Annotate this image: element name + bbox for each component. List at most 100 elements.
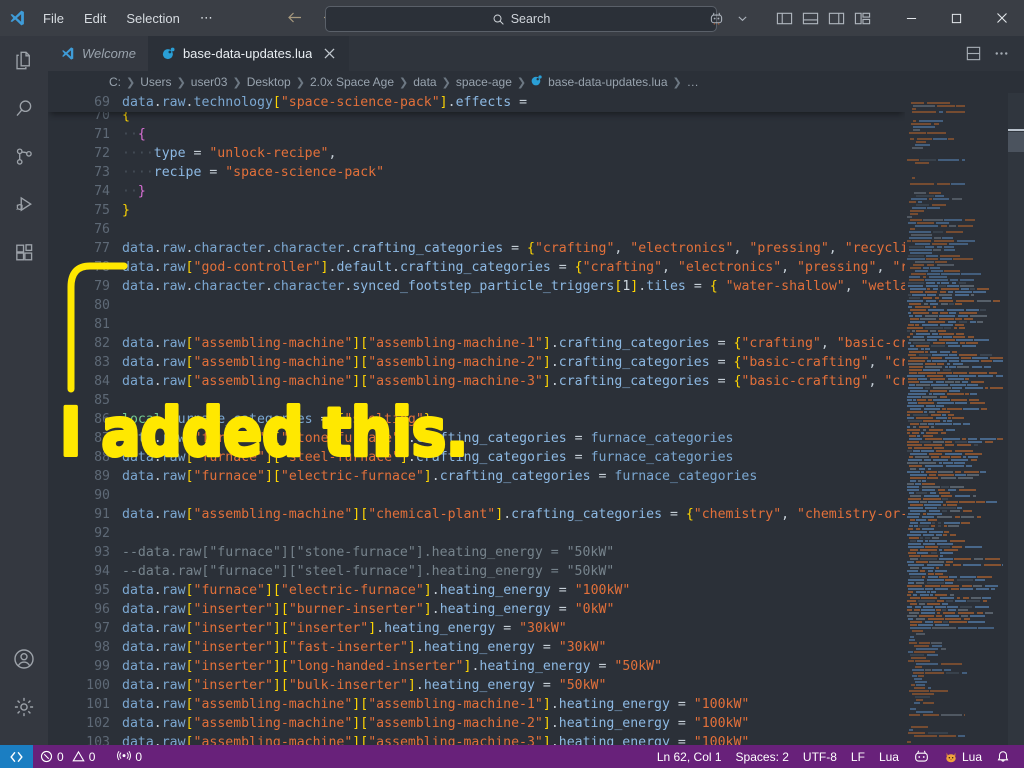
account-icon (14, 649, 34, 669)
code-line-text: ··{ (122, 127, 146, 142)
accounts-button[interactable] (0, 635, 48, 683)
code-line[interactable]: 86 local furnace_categories = {"smelting"… (48, 410, 905, 429)
tab-close-icon[interactable] (323, 47, 336, 60)
breadcrumb-item[interactable]: Users (139, 75, 172, 89)
code-line[interactable]: 97 data.raw["inserter"]["inserter"].heati… (48, 619, 905, 638)
code-line[interactable]: 83 data.raw["assembling-machine"]["assemb… (48, 353, 905, 372)
maximize-icon[interactable] (934, 0, 979, 36)
menu-edit[interactable]: Edit (75, 8, 115, 29)
code-line[interactable]: 81 (48, 315, 905, 334)
code-line[interactable]: 87 data.raw["furnace"]["stone-furnace"].c… (48, 429, 905, 448)
editor-encoding[interactable]: UTF-8 (796, 745, 844, 768)
language-status[interactable]: Lua (937, 745, 989, 768)
sidebar-item-search[interactable] (0, 84, 48, 132)
code-line[interactable]: 76 (48, 220, 905, 239)
manage-settings-button[interactable] (0, 683, 48, 731)
code-line[interactable]: 93 --data.raw["furnace"]["stone-furnace"]… (48, 543, 905, 562)
remote-indicator[interactable] (0, 745, 33, 768)
editor-viewport[interactable]: 70{71 ··{72 ····type = "unlock-recipe", 73 ·… (48, 93, 1024, 745)
sticky-scroll-line[interactable]: 69 data.raw.technology["space-science-pac… (48, 93, 905, 112)
code-line[interactable]: 82 data.raw["assembling-machine"]["assemb… (48, 334, 905, 353)
scrollbar-thumb[interactable] (1008, 132, 1024, 152)
breadcrumb-item[interactable]: user03 (190, 75, 229, 89)
problems-status[interactable]: 0 0 (33, 745, 102, 768)
code-line[interactable]: 99 data.raw["inserter"]["long-handed-inse… (48, 657, 905, 676)
line-number: 75 (94, 203, 110, 218)
sidebar-item-run-and-debug[interactable] (0, 180, 48, 228)
customize-layout-icon[interactable] (849, 0, 875, 36)
ports-status[interactable]: 0 (110, 745, 149, 768)
sidebar-item-explorer[interactable] (0, 36, 48, 84)
search-input[interactable]: Search (325, 6, 717, 32)
editor-indentation[interactable]: Spaces: 2 (729, 745, 796, 768)
menu-file[interactable]: File (34, 8, 73, 29)
files-icon (15, 51, 30, 69)
menu-selection[interactable]: Selection (117, 8, 188, 29)
titlebar-right-actions (703, 0, 1024, 36)
code-line[interactable]: 72 ····type = "unlock-recipe", (48, 144, 905, 163)
sidebar-item-extensions[interactable] (0, 228, 48, 276)
notifications-bell[interactable] (989, 745, 1024, 768)
toggle-secondary-sidebar-icon[interactable] (823, 0, 849, 36)
more-actions-icon[interactable] (990, 43, 1012, 65)
minimap[interactable] (905, 93, 1008, 745)
chevron-down-icon[interactable] (729, 0, 755, 36)
lua-file-icon (530, 74, 543, 90)
code-line[interactable]: 88 data.raw["furnace"]["steel-furnace"].c… (48, 448, 905, 467)
code-line-text: ··} (122, 184, 146, 199)
breadcrumb-item[interactable]: base-data-updates.lua (547, 75, 668, 89)
code-line[interactable]: 73 ····recipe = "space-science-pack" (48, 163, 905, 182)
breadcrumb-item[interactable]: … (686, 75, 700, 89)
minimize-icon[interactable] (889, 0, 934, 36)
code-line[interactable]: 103 data.raw["assembling-machine"]["assem… (48, 733, 905, 745)
breadcrumb-item[interactable]: Desktop (246, 75, 292, 89)
code-line[interactable]: 100 data.raw["inserter"]["bulk-inserter"]… (48, 676, 905, 695)
tab-base-data-updates-lua[interactable]: base-data-updates.lua (148, 36, 350, 71)
line-number: 87 (94, 431, 110, 446)
tab-welcome[interactable]: Welcome (48, 36, 149, 71)
code-line[interactable]: 90 (48, 486, 905, 505)
code-line[interactable]: 89 data.raw["furnace"]["electric-furnace"… (48, 467, 905, 486)
status-bar: 0 0 0 Ln 62, Col 1 Spaces: 2 UTF-8 LF Lu… (0, 745, 1024, 768)
editor-position[interactable]: Ln 62, Col 1 (650, 745, 729, 768)
code-line[interactable]: 77 data.raw.character.character.crafting_… (48, 239, 905, 258)
code-line[interactable]: 101 data.raw["assembling-machine"]["assem… (48, 695, 905, 714)
code-line[interactable]: 92 (48, 524, 905, 543)
menu-more[interactable]: ⋯ (191, 7, 222, 29)
breadcrumb-item[interactable]: data (412, 75, 437, 89)
code-line[interactable]: 85 (48, 391, 905, 410)
code-line[interactable]: 79 data.raw.character.character.synced_fo… (48, 277, 905, 296)
code-line[interactable]: 75} (48, 201, 905, 220)
breadcrumb-item[interactable]: C: (108, 75, 122, 89)
code-line[interactable]: 96 data.raw["inserter"]["burner-inserter"… (48, 600, 905, 619)
code-line[interactable]: 95 data.raw["furnace"]["electric-furnace"… (48, 581, 905, 600)
code-line[interactable]: 94 --data.raw["furnace"]["steel-furnace"]… (48, 562, 905, 581)
close-icon[interactable] (979, 0, 1024, 36)
code-line[interactable]: 78 data.raw["god-controller"].default.cra… (48, 258, 905, 277)
remote-explorer-icon[interactable] (703, 0, 729, 36)
breadcrumb[interactable]: C: ❯ Users ❯ user03 ❯ Desktop ❯ 2.0x Space Age ❯ d… (48, 71, 1024, 93)
back-arrow-icon[interactable] (284, 7, 306, 29)
code-line[interactable]: 84 data.raw["assembling-machine"]["assemb… (48, 372, 905, 391)
editor-eol[interactable]: LF (844, 745, 872, 768)
breadcrumb-item[interactable]: 2.0x Space Age (309, 75, 395, 89)
code-line[interactable]: 102 data.raw["assembling-machine"]["assem… (48, 714, 905, 733)
copilot-status[interactable] (906, 745, 937, 768)
code-line[interactable]: 98 data.raw["inserter"]["fast-inserter"].… (48, 638, 905, 657)
editor-vertical-scrollbar[interactable] (1008, 93, 1024, 745)
code-text-area[interactable]: 70{71 ··{72 ····type = "unlock-recipe", 73 ·… (48, 93, 905, 745)
toggle-panel-icon[interactable] (797, 0, 823, 36)
breadcrumb-item[interactable]: space-age (455, 75, 513, 89)
code-line[interactable]: 80 (48, 296, 905, 315)
breadcrumb-separator: ❯ (176, 76, 186, 89)
code-line[interactable]: 74 ··} (48, 182, 905, 201)
editor-language-mode[interactable]: Lua (872, 745, 906, 768)
split-editor-icon[interactable] (962, 43, 984, 65)
code-line[interactable]: 71 ··{ (48, 125, 905, 144)
line-number: 81 (94, 317, 110, 332)
tab-bar: Welcome base-data-updates.lua (48, 36, 1024, 71)
toggle-primary-sidebar-icon[interactable] (771, 0, 797, 36)
sidebar-item-source-control[interactable] (0, 132, 48, 180)
line-number: 83 (94, 355, 110, 370)
code-line[interactable]: 91 data.raw["assembling-machine"]["chemic… (48, 505, 905, 524)
